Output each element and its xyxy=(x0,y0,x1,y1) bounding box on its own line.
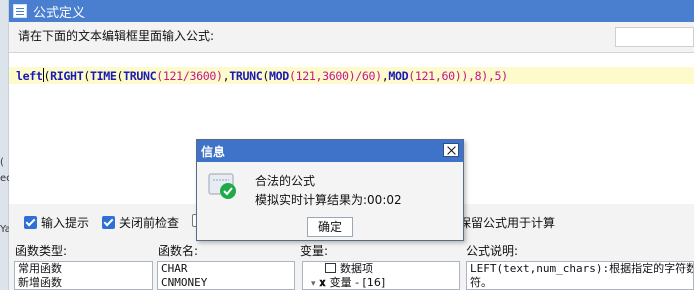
list-item[interactable]: 常用函数 xyxy=(15,262,152,276)
token-mod: MOD xyxy=(388,69,409,83)
edge-text-1: ( xyxy=(0,157,4,168)
token-paren: ( xyxy=(83,69,90,83)
token-arg: (121/3600) xyxy=(156,69,223,83)
tree-item-label: 数据项 xyxy=(340,262,373,275)
func-name-label: 函数名: xyxy=(158,244,199,258)
close-check-label: 关闭前检查 xyxy=(119,216,180,230)
tree-item-variable[interactable]: ▾ 𝐱 变量 - [16] xyxy=(303,276,459,289)
token-arg: (121,60)) xyxy=(408,69,468,83)
close-check-checkbox[interactable]: 关闭前检查 xyxy=(102,214,179,231)
token-right: RIGHT xyxy=(50,69,84,83)
token-time: TIME xyxy=(89,69,117,83)
token-tail: ,8),5) xyxy=(467,69,508,83)
list-item[interactable]: CNMONEY xyxy=(158,276,294,289)
list-item[interactable]: CHAR xyxy=(158,262,294,276)
top-right-input[interactable] xyxy=(615,27,694,47)
description-text: LEFT(text,num_chars):根据指定的字符数... xyxy=(470,262,694,275)
variable-label: 变量: xyxy=(300,244,329,258)
window-title: 公式定义 xyxy=(33,6,86,21)
token-trunc: TRUNC xyxy=(229,69,263,83)
dialog-message: 合法的公式 xyxy=(255,174,316,188)
instruction-text: 请在下面的文本编辑框里面输入公式: xyxy=(18,29,215,43)
formula-definition-window: ( ec Ya 公式定义 请在下面的文本编辑框里面输入公式: left(RIGH… xyxy=(0,0,694,290)
formula-text[interactable]: left(RIGHT(TIME(TRUNC(121/3600),TRUNC(MO… xyxy=(16,68,508,83)
info-dialog: 信息 合法的公式 模拟实时计算结果为:00:02 确定 xyxy=(196,139,464,241)
keep-formula-label: 保留公式用于计算 xyxy=(459,216,556,230)
dialog-title-bar[interactable]: 信息 xyxy=(197,140,463,162)
input-hint-checkbox[interactable]: 输入提示 xyxy=(24,214,89,231)
func-name-list[interactable]: CHAR CNMONEY xyxy=(157,261,295,290)
tree-item-label: 变量 - [16] xyxy=(329,276,386,289)
variable-icon: 𝐱 xyxy=(319,276,326,289)
func-type-list[interactable]: 常用函数 新增函数 xyxy=(14,261,153,290)
variable-tree[interactable]: 数据项 ▾ 𝐱 变量 - [16] xyxy=(302,261,460,290)
formula-description: LEFT(text,num_chars):根据指定的字符数... 符。 xyxy=(466,261,694,290)
list-item[interactable]: 新增函数 xyxy=(15,276,152,289)
token-trunc: TRUNC xyxy=(123,69,157,83)
description-text-2: 符。 xyxy=(470,276,492,289)
tree-item-data[interactable]: 数据项 xyxy=(303,262,459,276)
close-icon[interactable] xyxy=(443,143,459,157)
keep-formula-checkbox[interactable]: 保留公式用于计算 xyxy=(459,214,555,231)
expand-arrow-icon: ▾ xyxy=(311,279,316,289)
func-type-label: 函数类型: xyxy=(15,244,68,258)
dialog-title: 信息 xyxy=(201,145,226,159)
token-mod: MOD xyxy=(269,69,289,83)
token-arg: (121,3600)/60) xyxy=(288,69,382,83)
title-bar[interactable]: 公式定义 xyxy=(9,0,694,22)
table-icon xyxy=(325,263,336,273)
checkbox-checked-icon xyxy=(24,216,37,229)
dialog-result: 模拟实时计算结果为:00:02 xyxy=(255,193,402,207)
ok-button[interactable]: 确定 xyxy=(307,217,353,237)
formula-desc-label: 公式说明: xyxy=(466,244,519,258)
check-document-icon xyxy=(208,173,236,199)
checkbox-checked-icon xyxy=(102,216,115,229)
app-icon xyxy=(13,4,27,18)
background-window-edge: ( ec Ya xyxy=(0,0,12,290)
input-hint-label: 输入提示 xyxy=(41,216,90,230)
token-left: left xyxy=(16,69,43,83)
